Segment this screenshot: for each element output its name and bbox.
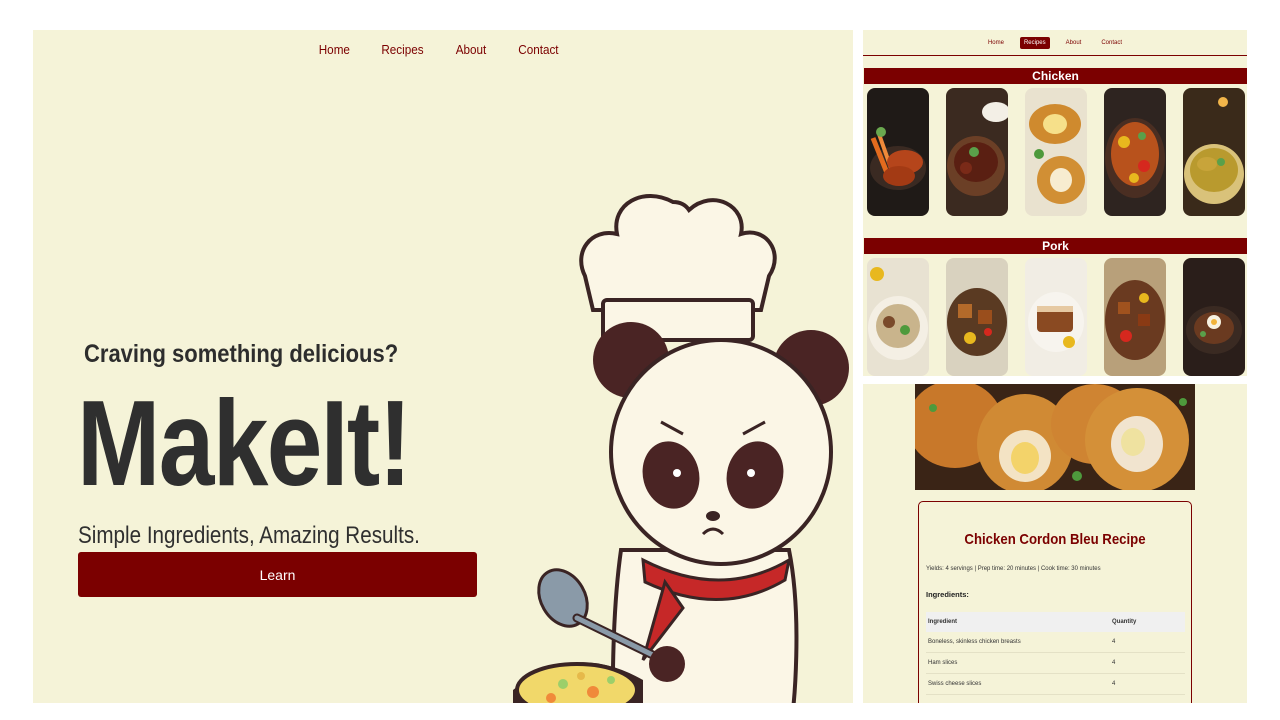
category-header-pork: Pork (864, 238, 1247, 254)
chicken-recipe-row (867, 88, 1245, 216)
recipe-meta: Yields: 4 servings | Prep time: 20 minut… (926, 566, 1101, 572)
quantity-column-header: Quantity (1110, 612, 1185, 632)
nav-recipes-link[interactable]: Recipes (382, 42, 424, 57)
table-row: Ham slices 4 (926, 652, 1185, 674)
recipe-card: Chicken Cordon Bleu Recipe Yields: 4 ser… (918, 501, 1192, 703)
category-header-chicken: Chicken (864, 68, 1247, 84)
recipe-thumbnail[interactable] (1025, 88, 1087, 216)
quantity-cell: 4 (1110, 632, 1185, 653)
table-row: Boneless, skinless chicken breasts 4 (926, 632, 1185, 653)
nav-contact-link[interactable]: Contact (519, 42, 559, 57)
table-row: Swiss cheese slices 4 (926, 673, 1185, 695)
recipes-page-preview: Home Recipes About Contact Chicken Pork (863, 30, 1247, 376)
recipe-thumbnail[interactable] (946, 258, 1008, 376)
mini-nav-about-link[interactable]: About (1062, 37, 1086, 49)
landing-page: Home Recipes About Contact Craving somet… (33, 30, 853, 703)
ingredient-cell: Boneless, skinless chicken breasts (926, 632, 1110, 653)
hero-tagline: Craving something delicious? (84, 340, 399, 368)
recipe-thumbnail[interactable] (1104, 88, 1166, 216)
quantity-cell: 4 (1110, 673, 1185, 695)
quantity-cell: 4 (1110, 652, 1185, 674)
mini-nav-home-link[interactable]: Home (984, 37, 1008, 49)
ingredient-column-header: Ingredient (926, 612, 1110, 632)
table-header-row: Ingredient Quantity (926, 612, 1185, 632)
hero-subtitle: Simple Ingredients, Amazing Results. (78, 522, 420, 549)
recipe-thumbnail[interactable] (867, 88, 929, 216)
main-nav: Home Recipes About Contact (33, 42, 853, 57)
ingredient-cell: Swiss cheese slices (926, 673, 1110, 695)
learn-button[interactable]: Learn (78, 552, 477, 597)
panda-chef-illustration (513, 194, 849, 703)
mini-nav-contact-link[interactable]: Contact (1097, 37, 1126, 49)
recipes-nav: Home Recipes About Contact (863, 30, 1247, 56)
pork-recipe-row (867, 258, 1245, 376)
mini-nav-recipes-link[interactable]: Recipes (1019, 36, 1050, 49)
nav-home-link[interactable]: Home (319, 42, 350, 57)
ingredient-cell: Ham slices (926, 652, 1110, 674)
recipe-detail-preview: Chicken Cordon Bleu Recipe Yields: 4 ser… (863, 384, 1247, 703)
recipe-thumbnail[interactable] (1183, 88, 1245, 216)
recipe-thumbnail[interactable] (1025, 258, 1087, 376)
recipe-title: Chicken Cordon Bleu Recipe (964, 531, 1146, 548)
ingredients-heading: Ingredients: (926, 590, 969, 599)
nav-about-link[interactable]: About (456, 42, 487, 57)
brand-title: MakeIt! (77, 375, 412, 511)
recipe-hero-image (915, 384, 1195, 490)
recipe-thumbnail[interactable] (1104, 258, 1166, 376)
recipe-thumbnail[interactable] (1183, 258, 1245, 376)
ingredients-table: Ingredient Quantity Boneless, skinless c… (926, 612, 1185, 695)
recipe-thumbnail[interactable] (867, 258, 929, 376)
recipe-thumbnail[interactable] (946, 88, 1008, 216)
